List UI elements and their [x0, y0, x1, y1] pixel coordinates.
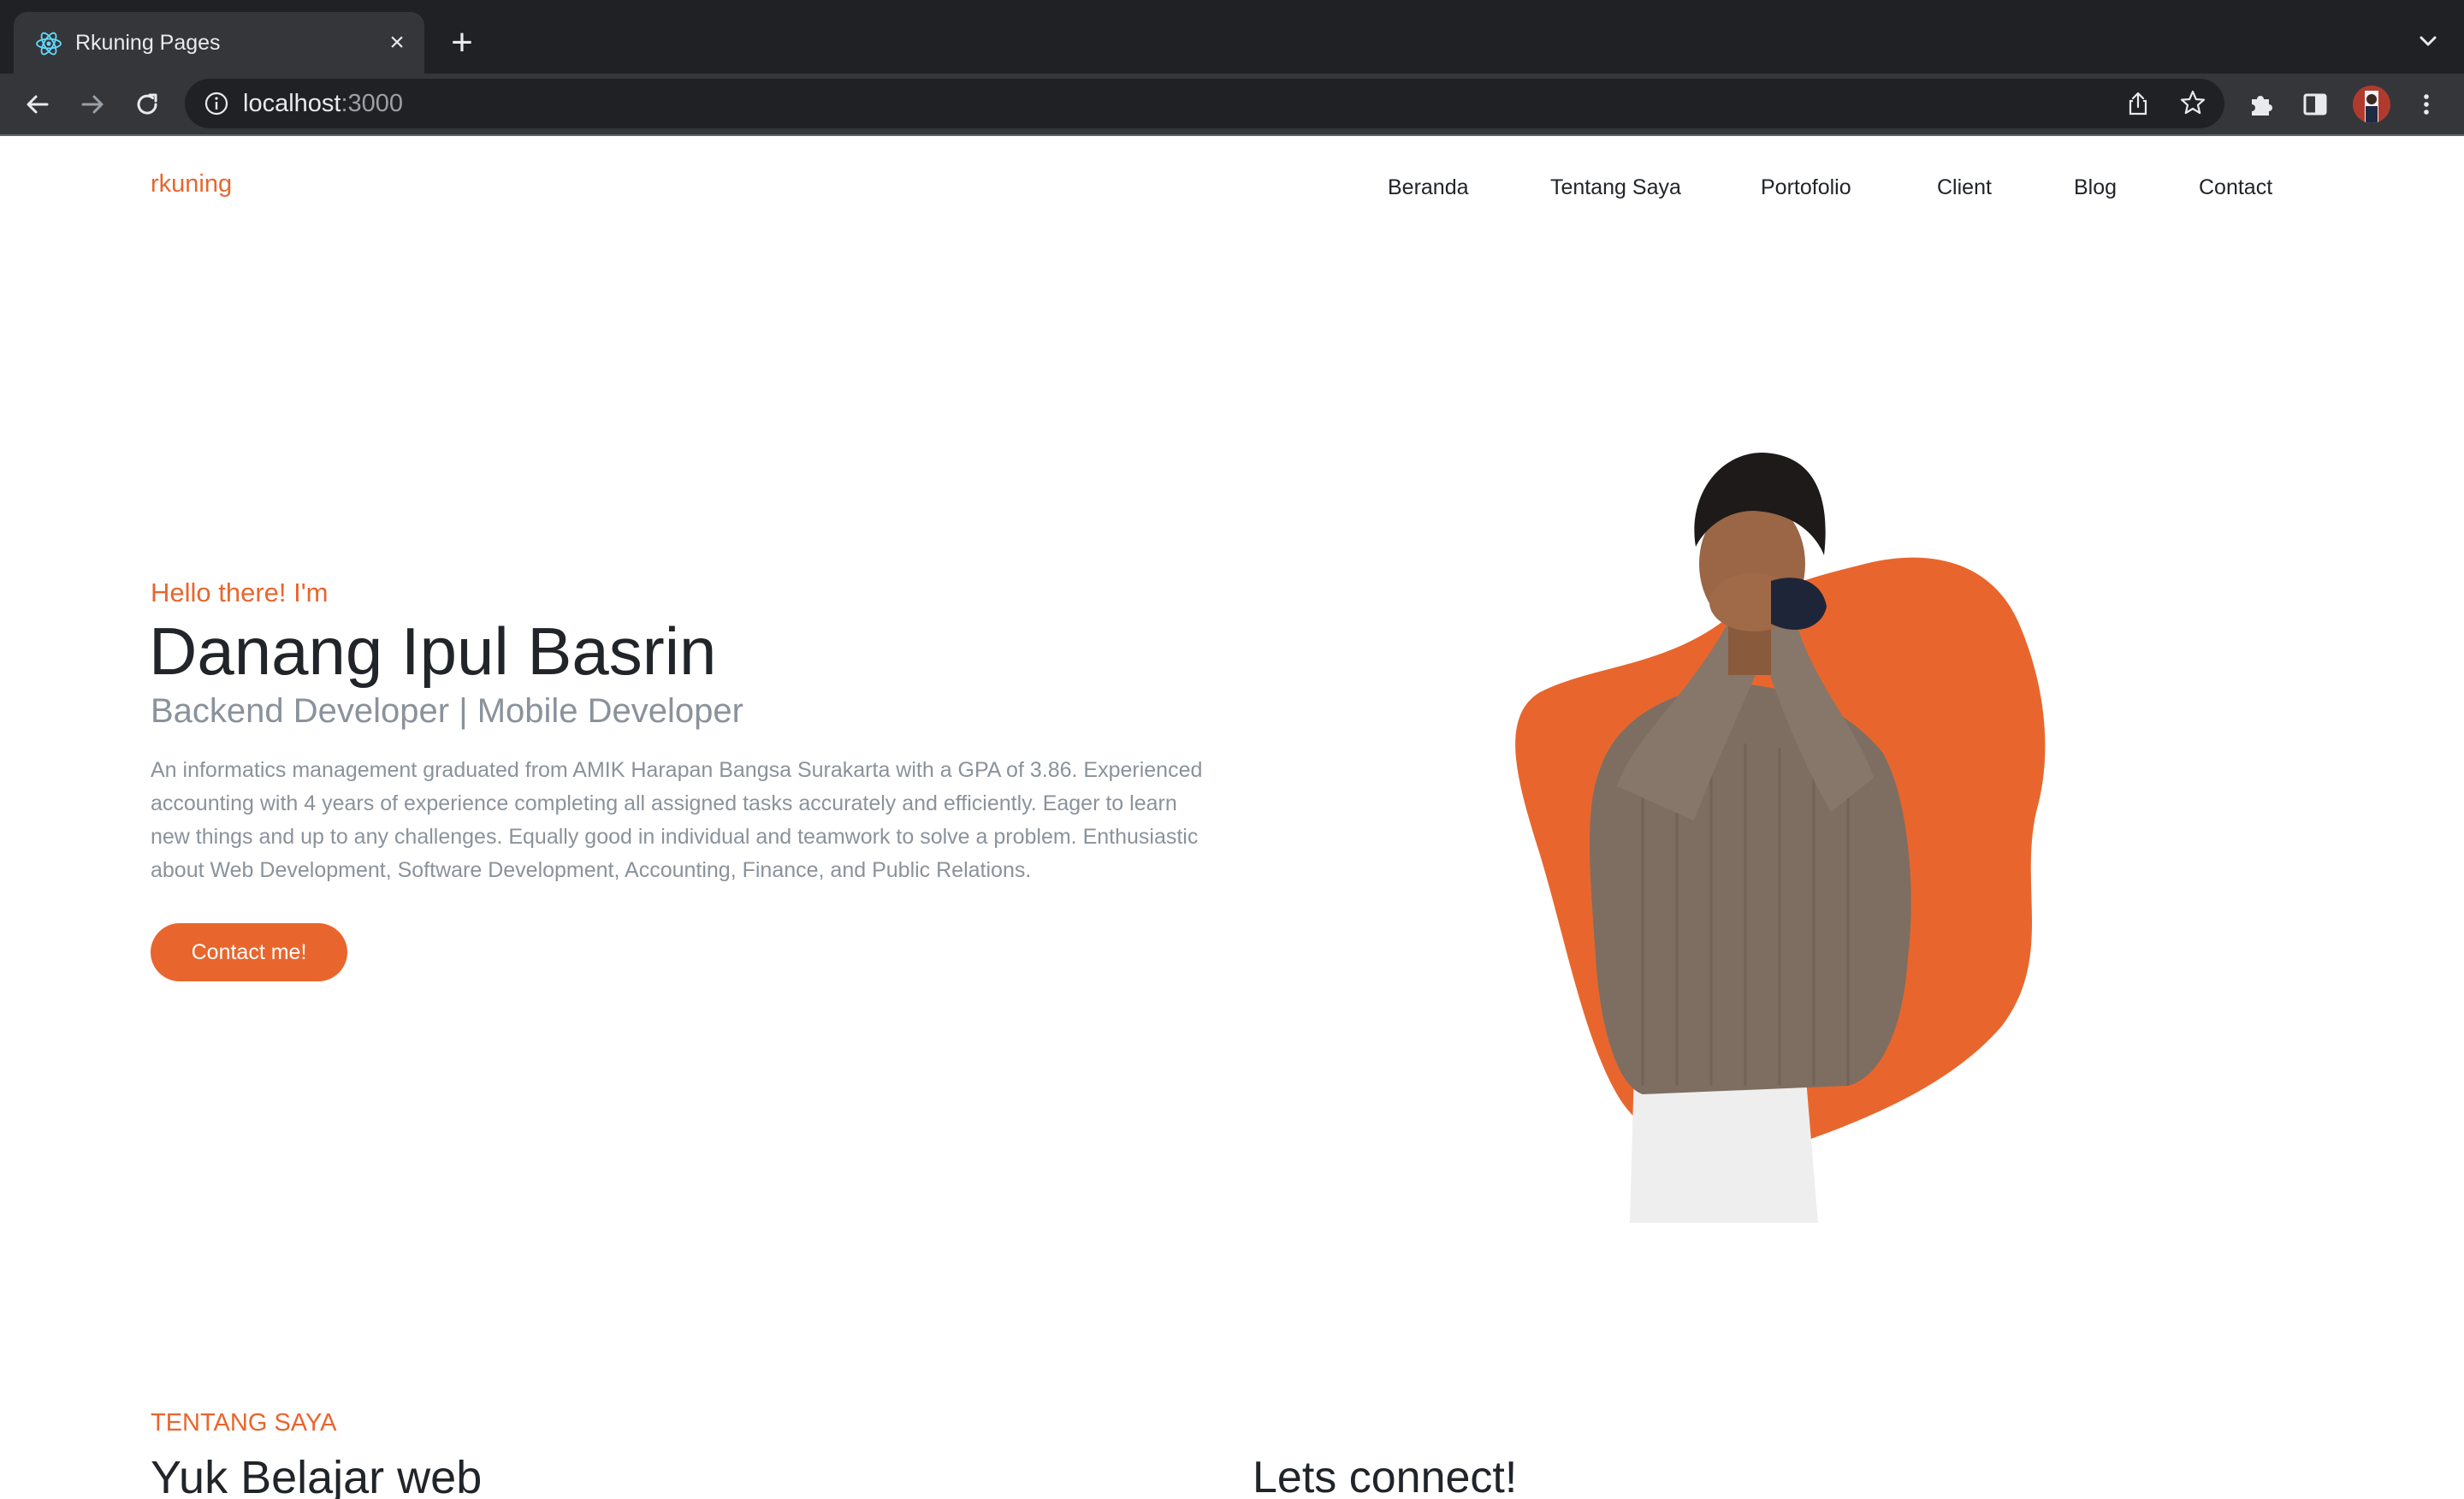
- brand-logo[interactable]: rkuning: [151, 167, 232, 201]
- nav-contact[interactable]: Contact: [2199, 172, 2272, 203]
- new-tab-button[interactable]: +: [445, 24, 479, 62]
- reload-icon[interactable]: [132, 89, 163, 120]
- kebab-menu-icon[interactable]: [2411, 89, 2442, 120]
- hero-role: Backend Developer | Mobile Developer: [151, 692, 743, 730]
- nav-blog[interactable]: Blog: [2074, 172, 2117, 203]
- side-panel-icon[interactable]: [2300, 89, 2331, 120]
- hero-greeting: Hello there! I'm: [151, 578, 329, 607]
- tab-title: Rkuning Pages: [75, 31, 221, 55]
- nav-beranda[interactable]: Beranda: [1388, 172, 1469, 203]
- puzzle-icon[interactable]: [2245, 89, 2276, 120]
- forward-arrow-icon[interactable]: [77, 89, 108, 120]
- about-eyebrow: TENTANG SAYA: [151, 1409, 337, 1437]
- avatar[interactable]: [2353, 86, 2390, 123]
- url-port: :3000: [341, 90, 404, 117]
- url-host: localhost: [243, 90, 341, 117]
- contact-me-button[interactable]: Contact me!: [151, 923, 347, 981]
- hero-bio: An informatics management graduated from…: [151, 758, 1203, 882]
- hero-portrait-image: [1515, 453, 2046, 1223]
- url-text: localhost:3000: [243, 87, 403, 120]
- tab-close-icon[interactable]: ×: [383, 29, 411, 56]
- profile-photo-icon: [2353, 86, 2390, 123]
- about-title: Yuk Belajar web: [151, 1452, 483, 1499]
- nav-tentang-saya[interactable]: Tentang Saya: [1550, 172, 1681, 203]
- nav-portofolio[interactable]: Portofolio: [1761, 172, 1851, 203]
- star-icon[interactable]: [2178, 88, 2207, 117]
- browser-toolbar: localhost:3000: [0, 74, 2464, 135]
- info-icon[interactable]: [202, 89, 231, 118]
- page: rkuning Beranda Tentang Saya Portofolio …: [0, 136, 2464, 1499]
- browser-tab-strip: Rkuning Pages × +: [0, 0, 2464, 74]
- share-icon[interactable]: [2123, 89, 2153, 118]
- browser-tab[interactable]: Rkuning Pages ×: [14, 12, 424, 74]
- tab-search-chevron-icon[interactable]: [2413, 26, 2443, 56]
- react-atom-icon: [36, 32, 62, 56]
- nav-client[interactable]: Client: [1937, 172, 1992, 203]
- hero-name: Danang Ipul Basrin: [149, 613, 717, 689]
- address-bar[interactable]: localhost:3000: [185, 79, 2224, 128]
- back-arrow-icon[interactable]: [22, 89, 53, 120]
- connect-title: Lets connect!: [1253, 1453, 1518, 1499]
